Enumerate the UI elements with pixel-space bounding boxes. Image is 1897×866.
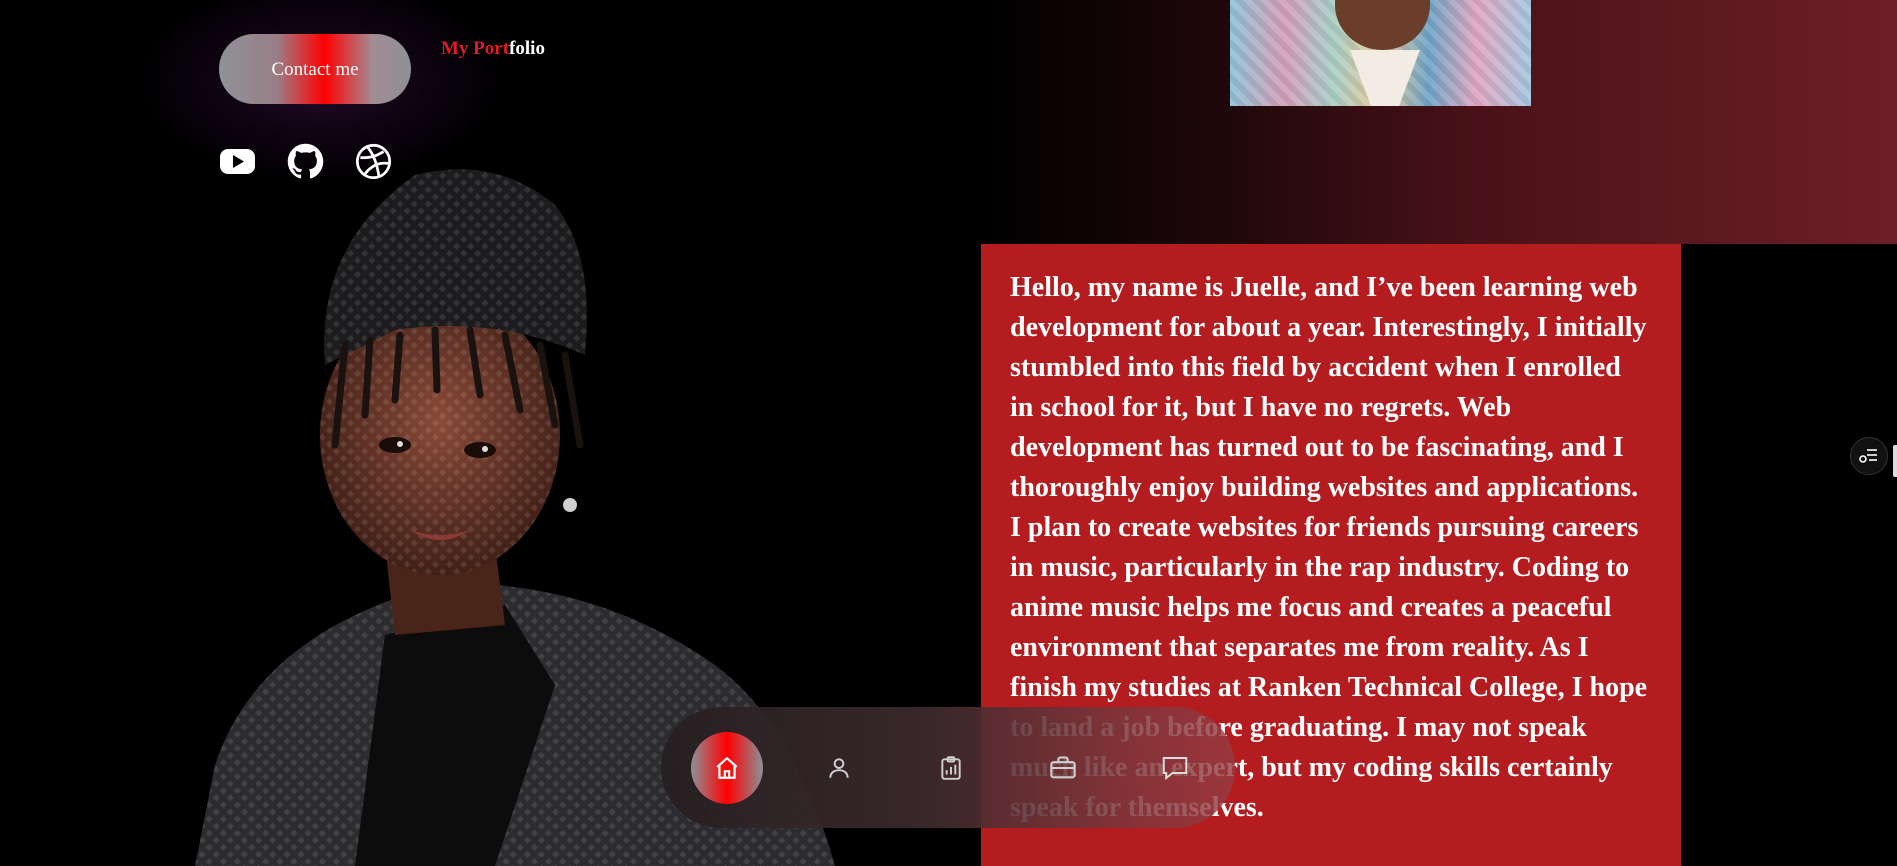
nav-home[interactable]: [691, 731, 763, 804]
user-icon: [829, 757, 849, 778]
portfolio-page: Contact me My Portfolio Hello, my name i…: [0, 0, 1897, 866]
nav-about[interactable]: [803, 732, 875, 804]
site-logo[interactable]: My Portfolio: [441, 38, 545, 60]
home-icon: [716, 756, 738, 779]
nav-portfolio[interactable]: [1027, 732, 1099, 804]
nav-experience[interactable]: [915, 732, 987, 804]
bottom-nav: [661, 707, 1235, 828]
logo-text: folio: [509, 38, 545, 59]
filter-settings-icon: [1859, 449, 1877, 463]
chat-icon: [1162, 756, 1188, 780]
clipboard-chart-icon: [941, 755, 961, 780]
avatar-photo: [1230, 0, 1531, 106]
settings-toggle-button[interactable]: [1850, 437, 1888, 475]
avatar-face: [1335, 0, 1430, 50]
side-panel-tab[interactable]: [1893, 445, 1897, 477]
nav-contact[interactable]: [1139, 732, 1211, 804]
contact-button[interactable]: Contact me: [219, 34, 411, 104]
avatar-collar: [1350, 50, 1420, 106]
logo-accent-text: My Port: [441, 38, 510, 59]
briefcase-icon: [1050, 755, 1076, 778]
